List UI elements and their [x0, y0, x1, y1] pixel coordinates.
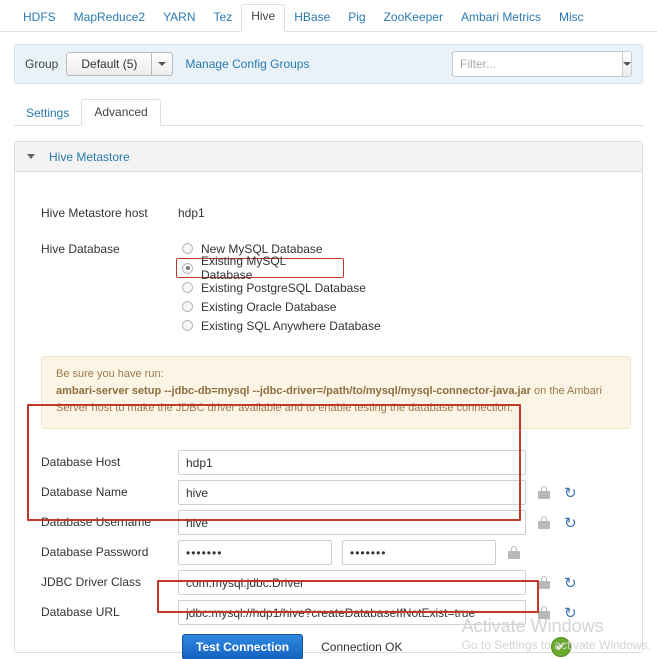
- hive-metastore-panel: Hive Metastore Hive Metastore host hdp1 …: [14, 141, 643, 659]
- label-database-password: Database Password: [41, 545, 149, 559]
- hive-metastore-panel-header[interactable]: Hive Metastore: [15, 142, 642, 172]
- config-group-dropdown[interactable]: Default (5): [66, 52, 174, 76]
- row-database-host: Database Host: [15, 450, 642, 475]
- service-tab-pig[interactable]: Pig: [339, 6, 374, 32]
- config-subtab-bar: Settings Advanced: [14, 98, 643, 126]
- database-host-input[interactable]: [178, 450, 526, 475]
- filter-input[interactable]: [452, 51, 622, 77]
- radio-label: Existing SQL Anywhere Database: [201, 318, 381, 333]
- radio-button-icon[interactable]: [182, 320, 193, 331]
- hive-database-radio-group: New MySQL Database Existing MySQL Databa…: [176, 237, 381, 335]
- chevron-down-icon: [158, 62, 167, 66]
- label-jdbc-driver-class: JDBC Driver Class: [41, 575, 142, 589]
- database-password-input[interactable]: [178, 540, 332, 565]
- config-group-bar: Group Default (5) Manage Config Groups: [14, 44, 643, 84]
- radio-label: Existing PostgreSQL Database: [201, 280, 366, 295]
- label-hive-database: Hive Database: [41, 242, 120, 256]
- row-hive-database: Hive Database New MySQL Database Existin…: [15, 237, 642, 335]
- radio-label: Existing MySQL Database: [201, 254, 286, 282]
- lock-icon: [538, 606, 550, 619]
- notice-command: ambari-server setup --jdbc-db=mysql --jd…: [56, 385, 531, 397]
- row-database-name: Database Name ↻: [15, 480, 642, 505]
- service-tab-hbase[interactable]: HBase: [285, 6, 339, 32]
- service-tab-tez[interactable]: Tez: [205, 6, 242, 32]
- tab-advanced[interactable]: Advanced: [81, 99, 161, 126]
- notice-line-1: Be sure you have run:: [56, 368, 164, 380]
- label-database-host: Database Host: [41, 455, 121, 469]
- service-tab-hive[interactable]: Hive: [241, 4, 286, 32]
- manage-config-groups-link[interactable]: Manage Config Groups: [185, 57, 309, 71]
- test-connection-button[interactable]: Test Connection: [182, 634, 304, 659]
- connection-status-text: Connection OK: [321, 640, 403, 654]
- lock-icon: [538, 516, 550, 529]
- jdbc-driver-class-input[interactable]: [178, 570, 526, 595]
- lock-icon: [508, 546, 520, 559]
- hive-metastore-panel-body: Hive Metastore host hdp1 Hive Database N…: [15, 201, 642, 659]
- radio-button-icon[interactable]: [182, 282, 193, 293]
- config-group-selected-value[interactable]: Default (5): [66, 52, 152, 76]
- label-database-username: Database Username: [41, 515, 152, 529]
- filter-control: [452, 51, 632, 77]
- database-password-confirm-input[interactable]: [342, 540, 496, 565]
- row-database-url: Database URL ↻: [15, 600, 642, 625]
- radio-button-icon[interactable]: [182, 243, 193, 254]
- config-group-caret-button[interactable]: [151, 52, 174, 76]
- radio-label: Existing Oracle Database: [201, 299, 337, 314]
- lock-icon: [538, 576, 550, 589]
- jdbc-setup-notice: Be sure you have run: ambari-server setu…: [41, 356, 631, 429]
- revert-icon[interactable]: ↻: [564, 515, 577, 530]
- radio-button-icon[interactable]: [182, 301, 193, 312]
- database-url-input[interactable]: [178, 600, 526, 625]
- revert-icon[interactable]: ↻: [564, 605, 577, 620]
- row-test-connection: Test Connection Connection OK ✔: [15, 634, 642, 659]
- database-name-input[interactable]: [178, 480, 526, 505]
- row-database-username: Database Username ↻: [15, 510, 642, 535]
- green-check-circle-icon: ✔: [550, 637, 571, 657]
- label-metastore-host: Hive Metastore host: [41, 206, 148, 220]
- radio-existing-postgresql-database[interactable]: Existing PostgreSQL Database: [178, 278, 381, 297]
- radio-existing-oracle-database[interactable]: Existing Oracle Database: [178, 297, 381, 316]
- row-metastore-host: Hive Metastore host hdp1: [15, 201, 642, 220]
- database-username-input[interactable]: [178, 510, 526, 535]
- hive-metastore-panel-title[interactable]: Hive Metastore: [49, 150, 130, 164]
- service-tab-yarn[interactable]: YARN: [154, 6, 204, 32]
- service-tab-hdfs[interactable]: HDFS: [14, 6, 65, 32]
- row-database-password: Database Password: [15, 540, 642, 565]
- radio-existing-mysql-database[interactable]: Existing MySQL Database: [176, 254, 344, 282]
- check-glyph: ✔: [555, 639, 566, 655]
- radio-existing-sql-anywhere-database[interactable]: Existing SQL Anywhere Database: [178, 316, 381, 335]
- label-database-url: Database URL: [41, 605, 120, 619]
- spacer-label: [41, 634, 178, 639]
- chevron-down-icon: [623, 62, 631, 66]
- service-tab-mapreduce2[interactable]: MapReduce2: [65, 6, 154, 32]
- value-metastore-host: hdp1: [178, 206, 205, 220]
- tab-settings[interactable]: Settings: [14, 101, 81, 126]
- service-tab-misc[interactable]: Misc: [550, 6, 593, 32]
- radio-button-icon[interactable]: [182, 262, 193, 274]
- row-jdbc-driver-class: JDBC Driver Class ↻: [15, 570, 642, 595]
- revert-icon[interactable]: ↻: [564, 575, 577, 590]
- group-label: Group: [25, 57, 59, 71]
- filter-dropdown-button[interactable]: [622, 51, 632, 77]
- lock-icon: [538, 486, 550, 499]
- revert-icon[interactable]: ↻: [564, 485, 577, 500]
- ambari-config-page: HDFS MapReduce2 YARN Tez Hive HBase Pig …: [0, 0, 657, 659]
- triangle-down-icon: [27, 154, 35, 159]
- label-database-name: Database Name: [41, 485, 128, 499]
- service-tab-ambari-metrics[interactable]: Ambari Metrics: [452, 6, 550, 32]
- service-tab-bar: HDFS MapReduce2 YARN Tez Hive HBase Pig …: [0, 0, 657, 32]
- service-tab-zookeeper[interactable]: ZooKeeper: [375, 6, 452, 32]
